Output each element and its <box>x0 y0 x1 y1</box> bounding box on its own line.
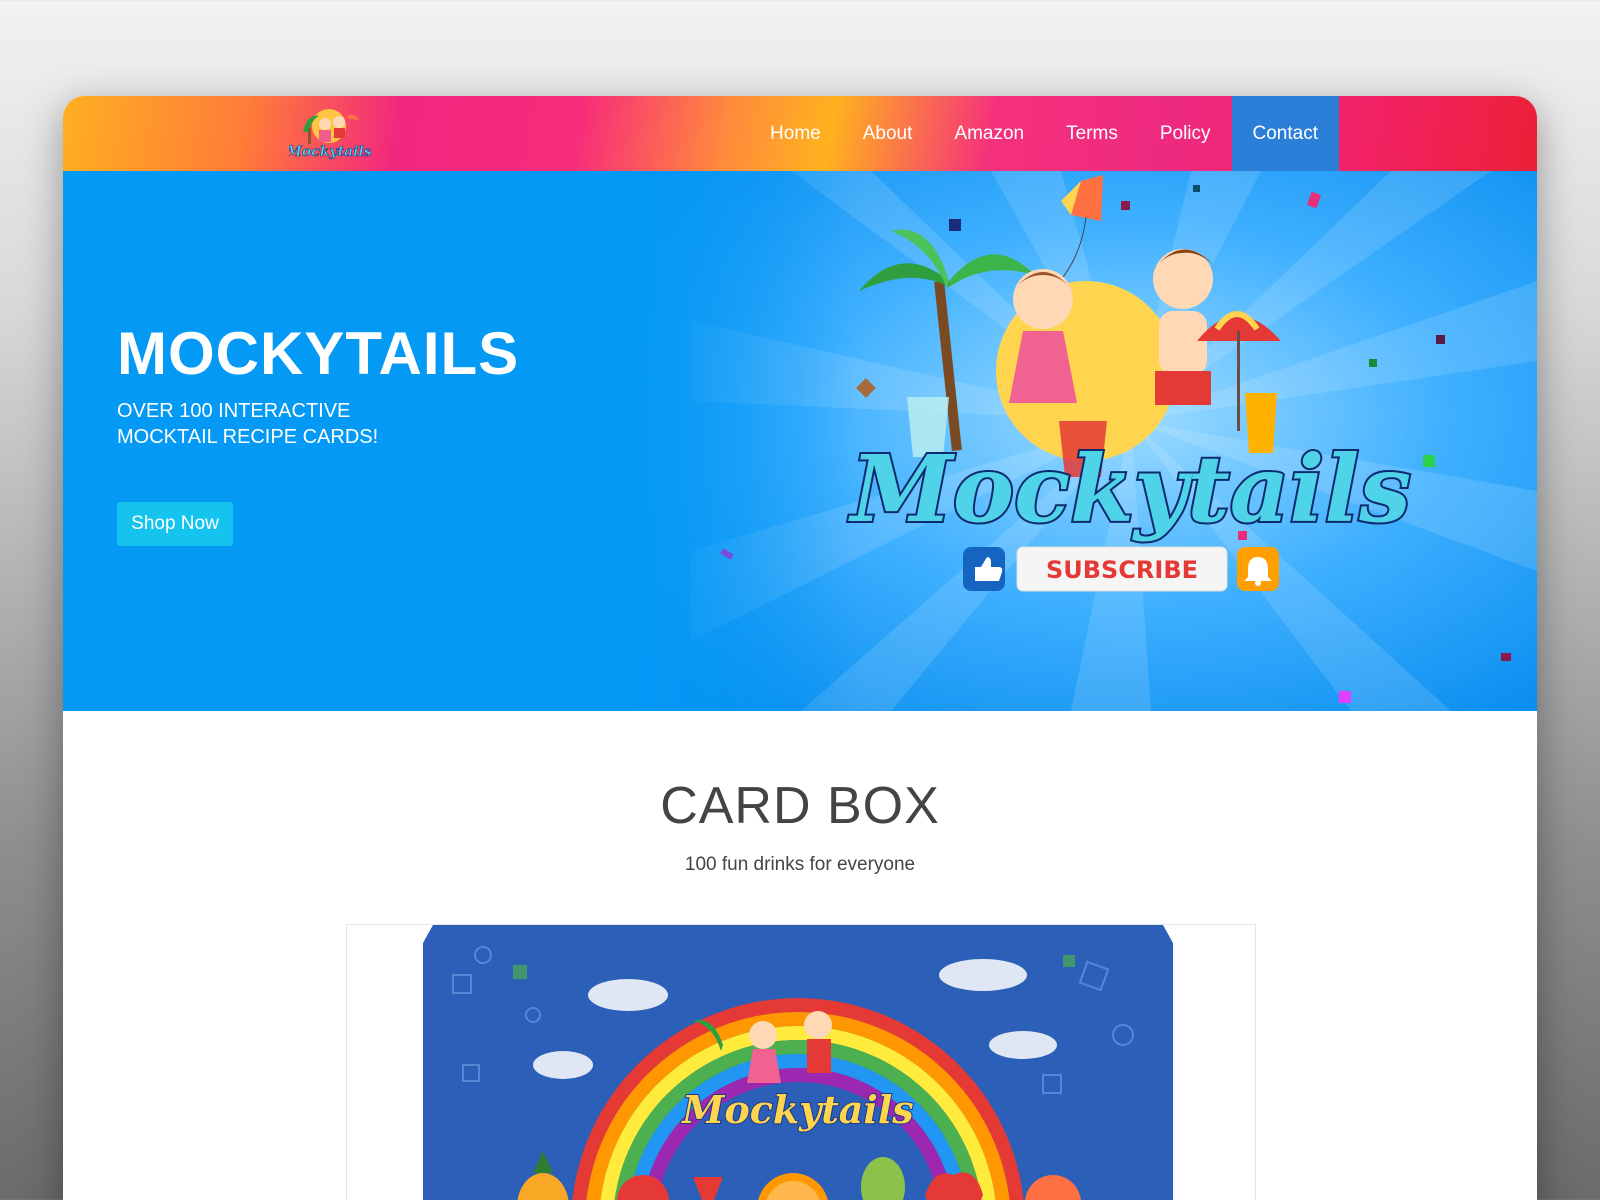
nav-link-contact[interactable]: Contact <box>1231 96 1339 171</box>
nav-link-terms[interactable]: Terms <box>1045 96 1139 171</box>
hero-section: Mockytails SUBSCRIBE MOCKYTAILS OVER 100… <box>63 171 1537 711</box>
subscribe-label: SUBSCRIBE <box>1046 556 1198 584</box>
product-image-frame: Mockytails <box>346 924 1256 1200</box>
hero-subtitle-line2: MOCKTAIL RECIPE CARDS! <box>117 426 379 448</box>
card-box-product-image[interactable]: Mockytails <box>423 925 1173 1200</box>
hero-title: MOCKYTAILS <box>117 320 520 387</box>
logo-lettering: Mockytails <box>289 144 371 160</box>
card-box-subtitle: 100 fun drinks for everyone <box>684 854 916 875</box>
card-box-title: CARD BOX <box>660 777 940 835</box>
hero-subtitle-line1: OVER 100 INTERACTIVE <box>117 400 351 422</box>
hero-banner-image: Mockytails SUBSCRIBE <box>631 171 1537 711</box>
box-logo-lettering: Mockytails <box>680 1087 913 1132</box>
nav-link-policy[interactable]: Policy <box>1139 96 1232 171</box>
shop-now-button[interactable]: Shop Now <box>117 502 233 546</box>
nav-link-home[interactable]: Home <box>749 96 842 171</box>
site-logo[interactable]: Mockytails <box>285 102 372 164</box>
nav-link-amazon[interactable]: Amazon <box>933 96 1045 171</box>
navbar: Mockytails Home About Amazon Terms Polic… <box>63 96 1537 171</box>
banner-logo-lettering: Mockytails <box>848 435 1411 543</box>
nav-link-about[interactable]: About <box>842 96 934 171</box>
nav-menu: Home About Amazon Terms Policy Contact <box>749 96 1339 171</box>
browser-window: Mockytails Home About Amazon Terms Polic… <box>63 96 1537 1200</box>
